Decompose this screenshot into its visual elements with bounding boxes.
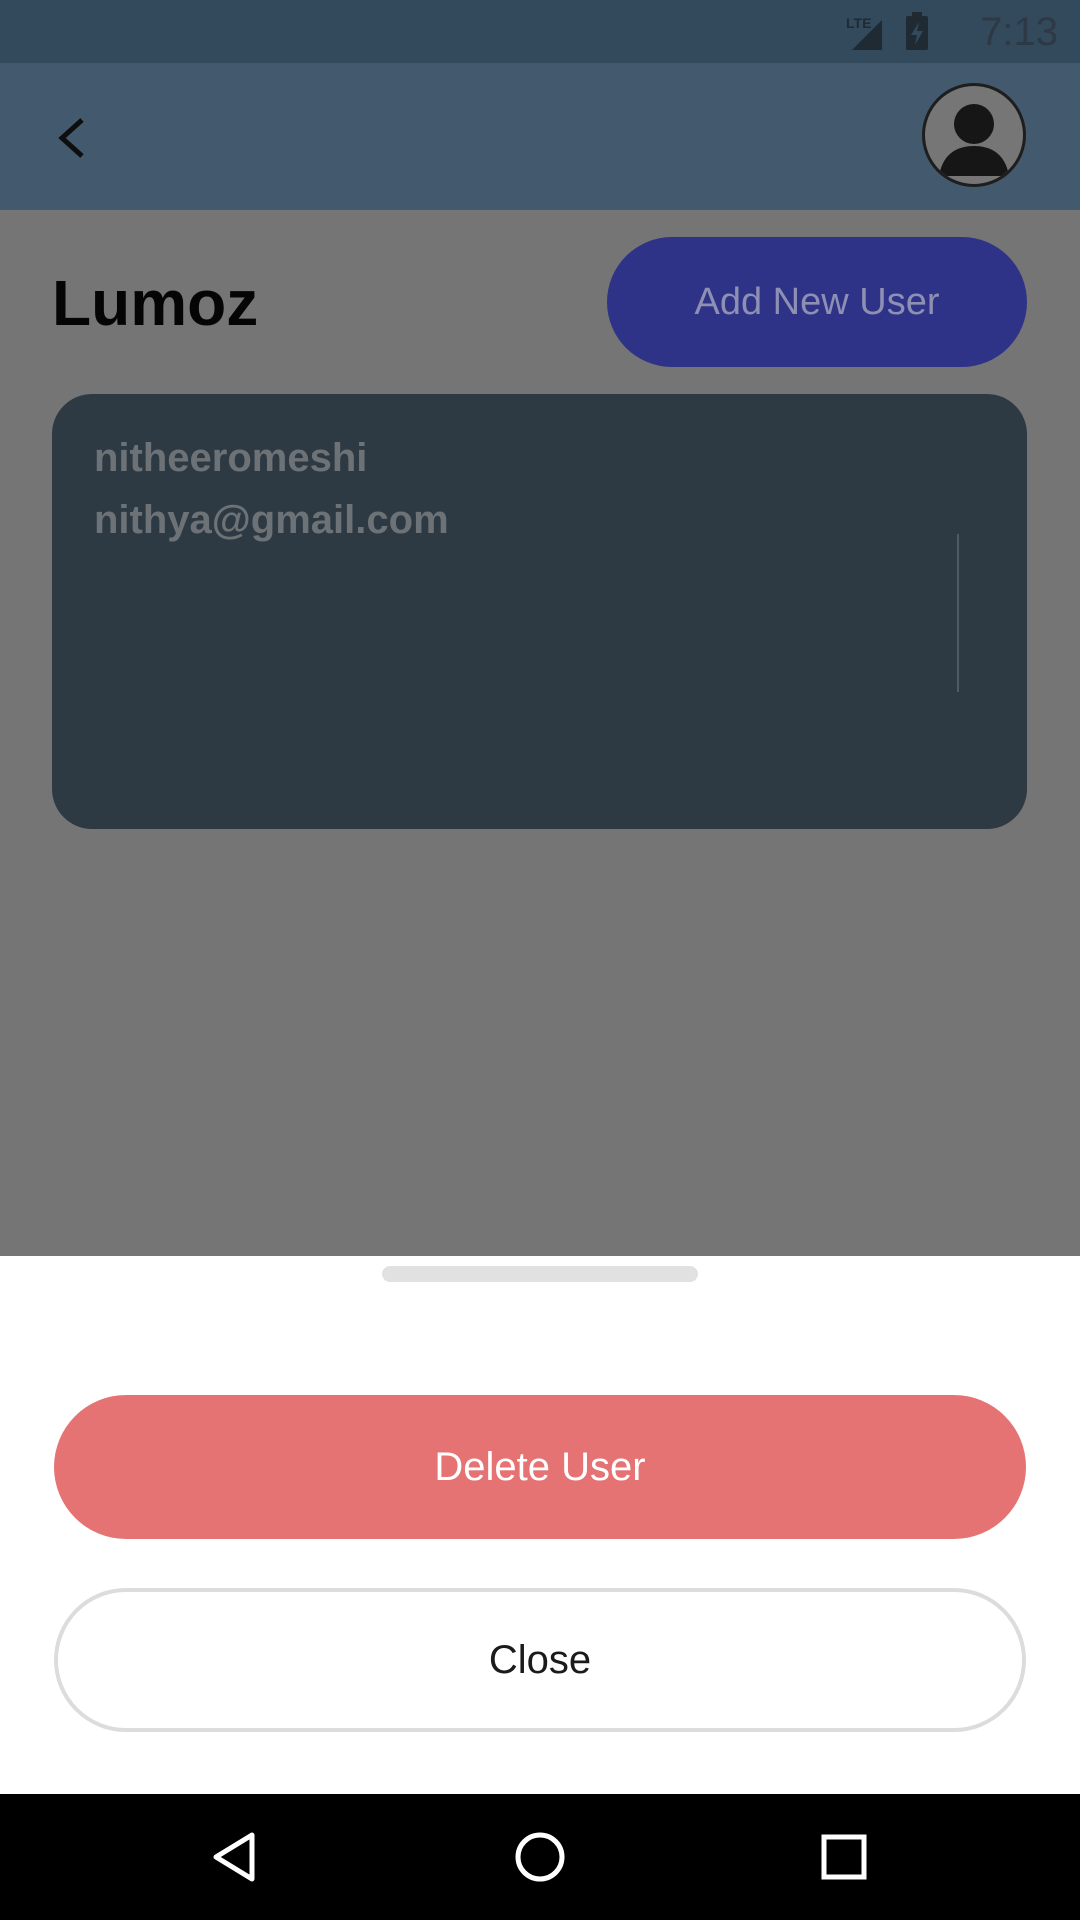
account-circle-icon xyxy=(939,104,1009,176)
status-bar: LTE 7:13 xyxy=(0,0,1080,63)
nav-back-button[interactable] xyxy=(204,1825,268,1889)
card-divider xyxy=(957,534,959,692)
bottom-sheet: Delete User Close xyxy=(0,1256,1080,1794)
nav-home-button[interactable] xyxy=(508,1825,572,1889)
status-icons: LTE xyxy=(846,12,928,50)
delete-user-button[interactable]: Delete User xyxy=(54,1395,1026,1539)
user-name: nitheeromeshi xyxy=(94,436,368,480)
close-button[interactable]: Close xyxy=(54,1588,1026,1732)
back-button[interactable] xyxy=(48,110,104,166)
status-time: 7:13 xyxy=(980,10,1058,54)
user-email: nithya@gmail.com xyxy=(94,498,449,542)
navigation-bar xyxy=(0,1794,1080,1920)
lte-label: LTE xyxy=(846,15,871,31)
add-new-user-button[interactable]: Add New User xyxy=(607,237,1027,367)
nav-back-icon xyxy=(213,1832,255,1882)
chevron-left-icon xyxy=(58,118,84,158)
page-title: Lumoz xyxy=(52,267,259,339)
app-bar xyxy=(0,63,1080,210)
sheet-drag-handle[interactable] xyxy=(382,1266,698,1282)
user-card[interactable]: nitheeromeshi nithya@gmail.com xyxy=(52,394,1027,829)
main-content: Lumoz Add New User nitheeromeshi nithya@… xyxy=(0,210,1080,1256)
nav-recents-button[interactable] xyxy=(812,1825,876,1889)
profile-avatar-button[interactable] xyxy=(922,83,1026,187)
nav-recents-icon xyxy=(821,1834,867,1880)
nav-home-icon xyxy=(515,1832,565,1882)
